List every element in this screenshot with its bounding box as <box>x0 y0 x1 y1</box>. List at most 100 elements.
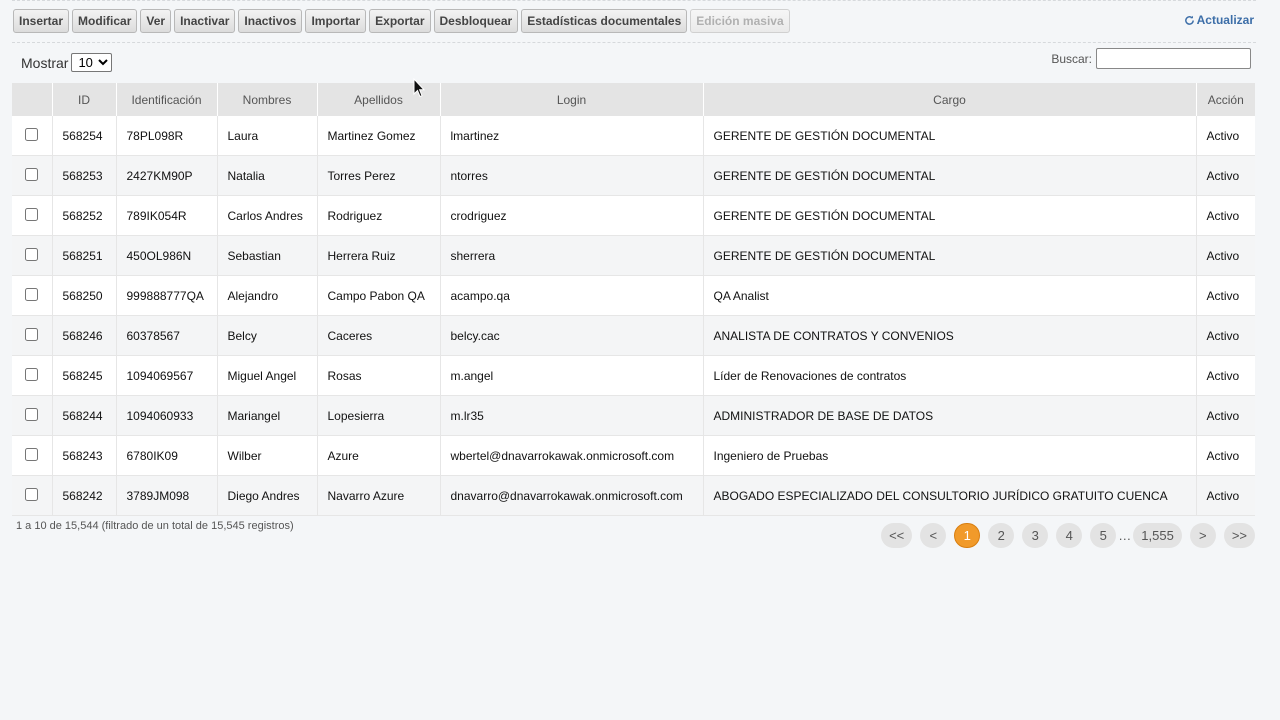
row-select-cell <box>12 395 53 436</box>
cell-nombres: Wilber <box>217 435 318 476</box>
column-header-id[interactable]: ID <box>52 83 117 116</box>
table-row[interactable]: 568252 789IK054R Carlos Andres Rodriguez cro… <box>12 195 1255 236</box>
cell-identificacion: 999888777QA <box>116 275 218 316</box>
cell-apellidos: Lopesierra <box>317 395 441 436</box>
cell-id: 568252 <box>52 195 117 236</box>
column-header-identificaci-n[interactable]: Identificación <box>116 83 218 116</box>
row-checkbox[interactable] <box>25 407 39 421</box>
table-row[interactable]: 568251 450OL986N Sebastian Herrera Ruiz sher… <box>12 235 1255 276</box>
cell-nombres: Natalia <box>217 155 318 196</box>
toolbar-button-inactivos[interactable]: Inactivos <box>238 9 303 33</box>
column-header-select <box>12 83 53 116</box>
table-row[interactable]: 568246 60378567 Belcy Caceres belcy.cac ANALI… <box>12 315 1255 356</box>
page-button-5[interactable]: 5 <box>1090 523 1117 548</box>
toolbar-button-ver[interactable]: Ver <box>140 9 172 33</box>
cell-accion: Activo <box>1196 355 1255 396</box>
toolbar-button-exportar[interactable]: Exportar <box>369 9 431 33</box>
cell-nombres: Diego Andres <box>217 475 318 516</box>
table-row[interactable]: 568250 999888777QA Alejandro Campo Pabon QA… <box>12 275 1255 316</box>
row-select-cell <box>12 435 53 476</box>
row-select-cell <box>12 195 53 236</box>
cell-login: m.lr35 <box>440 395 704 436</box>
row-checkbox[interactable] <box>25 367 39 381</box>
toolbar-button-desbloquear[interactable]: Desbloquear <box>433 9 519 33</box>
toolbar-button-modificar[interactable]: Modificar <box>72 9 138 33</box>
cell-id: 568251 <box>52 235 117 276</box>
cell-apellidos: Martinez Gomez <box>317 116 441 156</box>
search-control: Buscar: <box>1051 48 1251 69</box>
cell-apellidos: Caceres <box>317 315 441 356</box>
bulk-edit-button: Edición masiva <box>690 9 790 33</box>
row-checkbox[interactable] <box>25 287 39 301</box>
cell-login: dnavarro@dnavarrokawak.onmicrosoft.com <box>440 475 704 516</box>
last-page-button[interactable]: >> <box>1223 523 1255 548</box>
row-select-cell <box>12 355 53 396</box>
toolbar-button-inactivar[interactable]: Inactivar <box>174 9 236 33</box>
cell-nombres: Belcy <box>217 315 318 356</box>
table-row[interactable]: 568253 2427KM90P Natalia Torres Perez ntorre… <box>12 155 1255 196</box>
row-select-cell <box>12 475 53 516</box>
cell-login: sherrera <box>440 235 704 276</box>
cell-accion: Activo <box>1196 275 1255 316</box>
cell-id: 568254 <box>52 116 117 156</box>
cell-accion: Activo <box>1196 475 1255 516</box>
column-header-login[interactable]: Login <box>440 83 704 116</box>
row-checkbox[interactable] <box>25 167 39 181</box>
row-checkbox[interactable] <box>25 447 39 461</box>
table-row[interactable]: 568242 3789JM098 Diego Andres Navarro Azure… <box>12 475 1255 516</box>
cell-id: 568253 <box>52 155 117 196</box>
table-row[interactable]: 568245 1094069567 Miguel Angel Rosas m.angel… <box>12 355 1255 396</box>
row-checkbox[interactable] <box>25 327 39 341</box>
column-header-acci-n[interactable]: Acción <box>1196 83 1255 116</box>
page-button-2[interactable]: 2 <box>988 523 1015 548</box>
toolbar-button-importar[interactable]: Importar <box>305 9 367 33</box>
cell-identificacion: 1094069567 <box>116 355 218 396</box>
cell-identificacion: 78PL098R <box>116 116 218 156</box>
cell-identificacion: 2427KM90P <box>116 155 218 196</box>
row-checkbox[interactable] <box>25 207 39 221</box>
table-row[interactable]: 568254 78PL098R Laura Martinez Gomez lmartin… <box>12 116 1255 156</box>
column-header-cargo[interactable]: Cargo <box>703 83 1197 116</box>
page-button-3[interactable]: 3 <box>1022 523 1049 548</box>
cell-login: lmartinez <box>440 116 704 156</box>
search-label: Buscar: <box>1051 51 1092 66</box>
prev-page-button[interactable]: < <box>920 523 947 548</box>
cell-cargo: GERENTE DE GESTIÓN DOCUMENTAL <box>703 155 1197 196</box>
refresh-link[interactable]: Actualizar <box>1184 13 1254 27</box>
cell-identificacion: 60378567 <box>116 315 218 356</box>
page-length-label: Mostrar <box>21 54 69 71</box>
page-button-4[interactable]: 4 <box>1056 523 1083 548</box>
cell-nombres: Carlos Andres <box>217 195 318 236</box>
row-select-cell <box>12 235 53 276</box>
cell-cargo: Ingeniero de Pruebas <box>703 435 1197 476</box>
row-checkbox[interactable] <box>25 247 39 261</box>
page-button-last-number[interactable]: 1,555 <box>1133 523 1182 548</box>
row-select-cell <box>12 155 53 196</box>
row-checkbox[interactable] <box>25 487 39 501</box>
next-page-button[interactable]: > <box>1189 523 1216 548</box>
page-button-1[interactable]: 1 <box>954 523 981 548</box>
cell-cargo: ANALISTA DE CONTRATOS Y CONVENIOS <box>703 315 1197 356</box>
table-row[interactable]: 568243 6780IK09 Wilber Azure wbertel@dnavarr… <box>12 435 1255 476</box>
cell-apellidos: Torres Perez <box>317 155 441 196</box>
cell-id: 568243 <box>52 435 117 476</box>
toolbar-button-estadísticas-documentales[interactable]: Estadísticas documentales <box>521 9 688 33</box>
cell-apellidos: Campo Pabon QA <box>317 275 441 316</box>
row-checkbox[interactable] <box>25 127 39 141</box>
mouse-cursor-icon <box>413 78 425 98</box>
column-header-nombres[interactable]: Nombres <box>217 83 318 116</box>
first-page-button[interactable]: << <box>881 523 913 548</box>
page-length-select[interactable]: 10 <box>71 53 113 72</box>
cell-login: belcy.cac <box>440 315 704 356</box>
cell-accion: Activo <box>1196 395 1255 436</box>
search-input[interactable] <box>1096 48 1251 69</box>
cell-cargo: Líder de Renovaciones de contratos <box>703 355 1197 396</box>
cell-id: 568245 <box>52 355 117 396</box>
table-row[interactable]: 568244 1094060933 Mariangel Lopesierra m.lr3… <box>12 395 1255 436</box>
cell-accion: Activo <box>1196 155 1255 196</box>
cell-id: 568242 <box>52 475 117 516</box>
users-table: ID Identificación Nombres Apellidos Login Car… <box>12 83 1255 516</box>
cell-login: wbertel@dnavarrokawak.onmicrosoft.com <box>440 435 704 476</box>
toolbar-button-insertar[interactable]: Insertar <box>13 9 70 33</box>
cell-login: m.angel <box>440 355 704 396</box>
